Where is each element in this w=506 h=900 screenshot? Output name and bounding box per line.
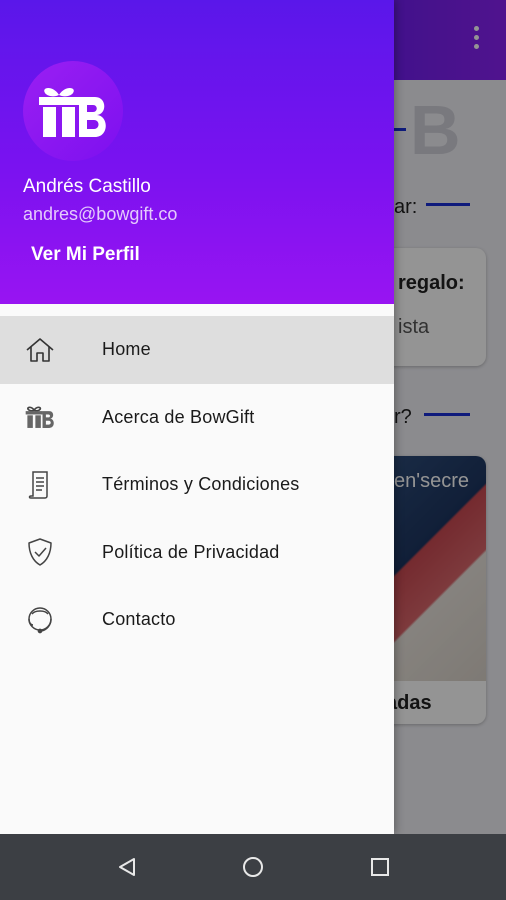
menu-item-label: Contacto [102,609,176,630]
menu-item-about[interactable]: Acerca de BowGift [0,384,394,452]
drawer-menu: Home Acerca de BowGift Términos y Condic… [0,316,394,654]
home-circle-icon[interactable] [238,852,268,882]
user-name: Andrés Castillo [23,176,151,197]
view-profile-link[interactable]: Ver Mi Perfil [31,244,140,266]
recents-icon[interactable] [365,852,395,882]
user-email: andres@bowgift.co [23,204,178,224]
drawer-header: Andrés Castillo andres@bowgift.co Ver Mi… [0,0,394,304]
bowgift-logo-icon [24,401,56,433]
avatar [23,61,123,161]
menu-item-label: Acerca de BowGift [102,406,255,427]
menu-item-contact[interactable]: Contacto [0,586,394,654]
back-icon[interactable] [112,852,142,882]
menu-item-label: Home [102,339,151,360]
menu-item-terms[interactable]: Términos y Condiciones [0,451,394,519]
menu-item-home[interactable]: Home [0,316,394,384]
headset-icon [24,604,56,636]
bowgift-logo-icon [39,88,106,137]
navigation-drawer: Andrés Castillo andres@bowgift.co Ver Mi… [0,0,394,834]
shield-check-icon [24,536,56,568]
menu-item-label: Términos y Condiciones [102,474,300,495]
document-icon [24,469,56,501]
menu-item-label: Política de Privacidad [102,541,280,562]
home-icon [24,334,56,366]
menu-item-privacy[interactable]: Política de Privacidad [0,519,394,587]
system-navigation-bar [0,834,506,900]
